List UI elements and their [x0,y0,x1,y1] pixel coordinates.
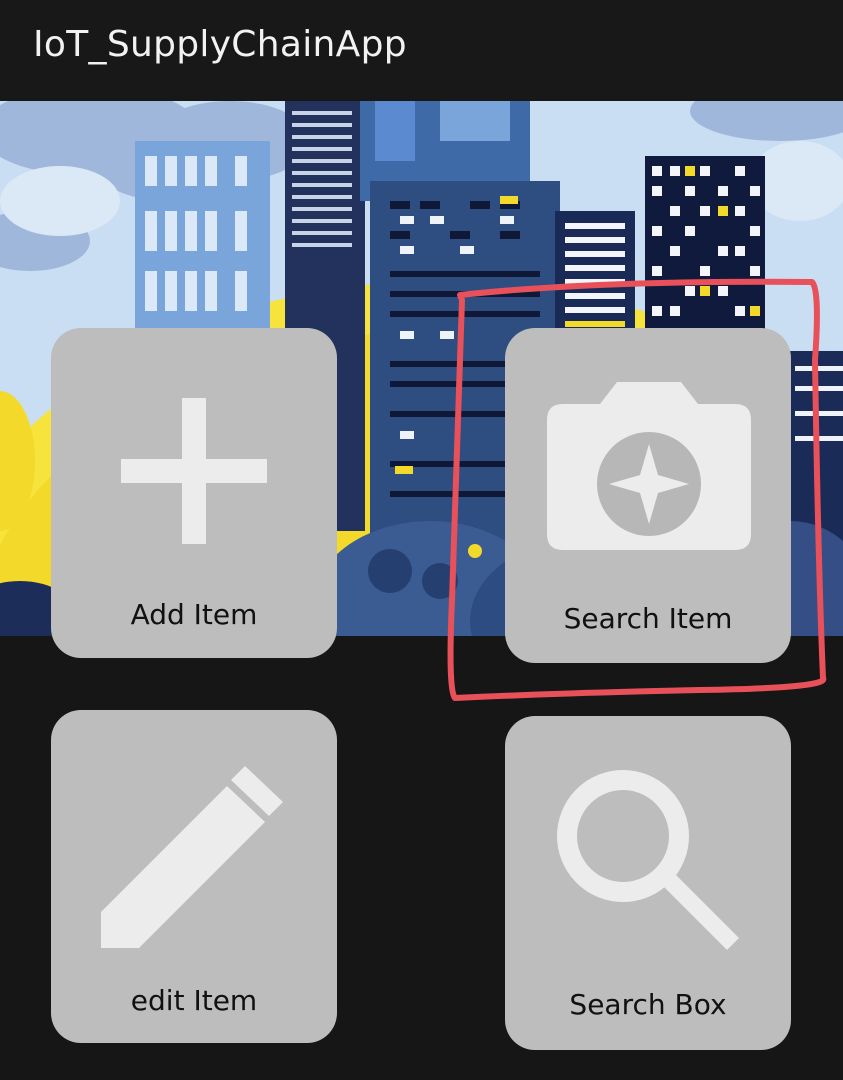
search-box-label: Search Box [569,988,727,1021]
add-item-button[interactable]: Add Item [51,328,337,658]
pencil-icon [101,766,283,948]
app-bar: IoT_SupplyChainApp [0,0,843,101]
search-item-label: Search Item [563,602,733,635]
magnifier-icon [557,770,739,950]
plus-icon [121,398,267,544]
app-title: IoT_SupplyChainApp [33,24,407,65]
edit-item-button[interactable]: edit Item [51,710,337,1043]
search-item-button[interactable]: Search Item [505,328,791,663]
add-item-label: Add Item [130,598,258,631]
app-screen: IoT_SupplyChainApp Add Item Search Item … [0,0,843,1080]
edit-item-label: edit Item [130,984,258,1017]
search-box-button[interactable]: Search Box [505,716,791,1050]
camera-icon [547,382,751,550]
